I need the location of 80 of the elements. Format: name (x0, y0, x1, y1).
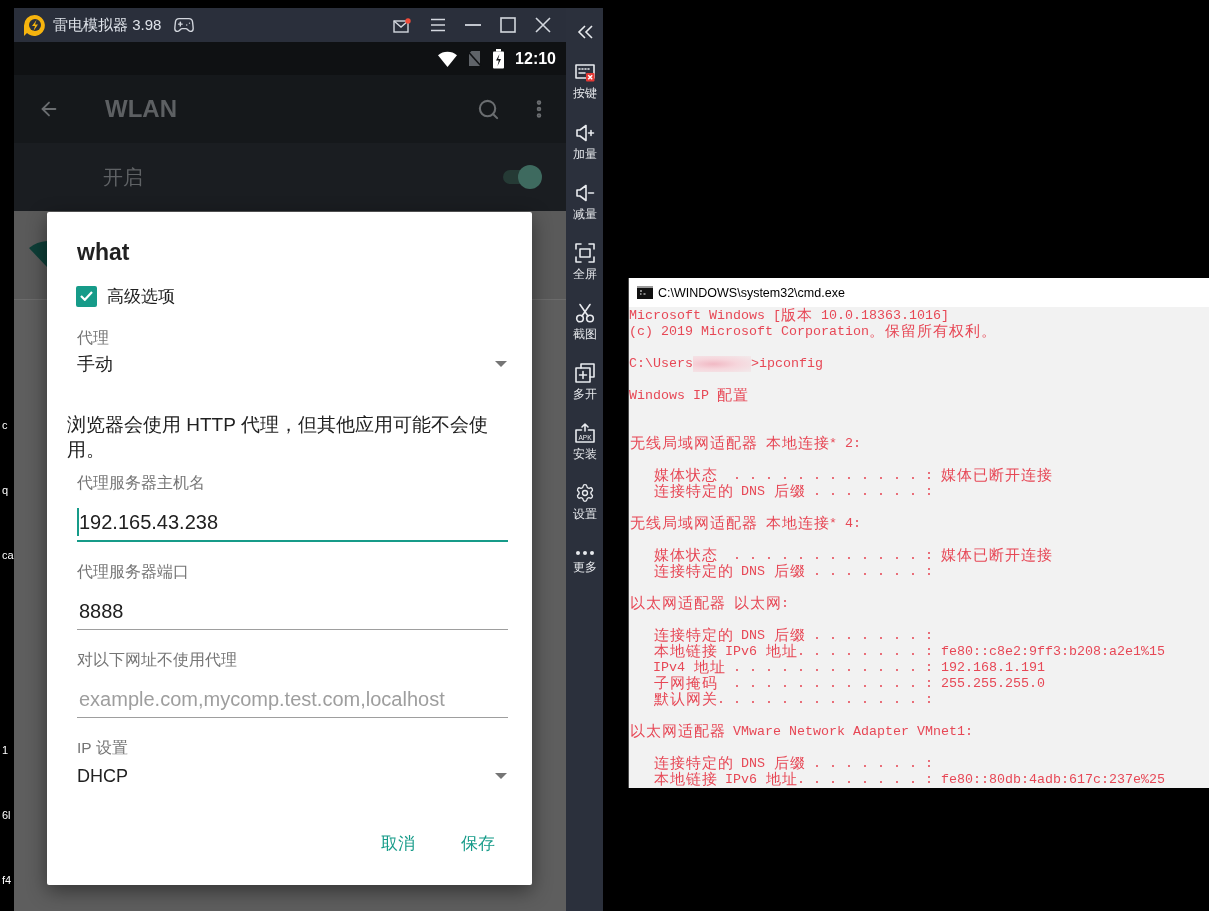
scissors-icon (574, 303, 595, 323)
sidebar-button[interactable]: 按键 (566, 63, 603, 101)
info-text: 浏览器会使用 HTTP 代理，但其他应用可能不会使用。 (67, 413, 489, 462)
search-icon[interactable] (477, 97, 500, 121)
console-line: 子网掩码 . . . . . . . . . . . . : 255.255.255.0 (652, 676, 1045, 692)
maximize-icon[interactable] (500, 17, 516, 33)
console-line: (c) 2019 Microsoft Corporation。保留所有权利。 (629, 324, 997, 340)
caret-icon (495, 361, 507, 367)
field-label: 代理服务器主机名 (77, 473, 206, 493)
sidebar-button[interactable]: 设置 (566, 483, 603, 521)
checkbox-label: 高级选项 (107, 285, 175, 308)
more-icon (574, 550, 595, 556)
input-field[interactable]: 8888 (77, 593, 508, 630)
console-line: 连接特定的 DNS 后缀 . . . . . . . : (652, 484, 933, 500)
dialog-button[interactable]: 保存 (453, 825, 503, 861)
sidebar-button[interactable]: 全屏 (566, 243, 603, 281)
sidebar-button[interactable]: 截图 (566, 303, 603, 341)
field-label: IP 设置 (77, 738, 129, 758)
console-command: >ipconfig (751, 356, 823, 371)
text-cursor (77, 508, 79, 536)
console-line: 连接特定的 DNS 后缀 . . . . . . . : (652, 564, 933, 580)
input-field[interactable]: example.com,mycomp.test.com,localhost (77, 681, 508, 718)
battery-charging-icon (492, 48, 506, 69)
input-field[interactable]: 192.165.43.238 (77, 504, 508, 542)
prompt-path: C:\Users (629, 356, 693, 371)
volume-down-icon (574, 183, 595, 203)
checkmark-icon (80, 291, 93, 301)
status-time: 12:10 (515, 49, 556, 68)
console-line: 以太网适配器 以太网: (629, 596, 789, 612)
wifi-icon (29, 241, 47, 267)
sidebar-button[interactable]: 减量 (566, 183, 603, 221)
dropdown[interactable]: 手动 (77, 352, 508, 376)
app-title: 雷电模拟器 3.98 (53, 15, 162, 35)
mail-icon[interactable] (393, 17, 411, 33)
close-icon[interactable] (535, 17, 551, 33)
console-line: 以太网适配器 VMware Network Adapter VMnet1: (629, 724, 973, 740)
no-sim-icon (467, 50, 483, 67)
console-line: Microsoft Windows [版本 10.0.18363.1016] (629, 308, 949, 324)
field-label: 对以下网址不使用代理 (77, 650, 238, 670)
text-fragment: 6l (2, 808, 11, 823)
sidebar-button[interactable]: 加量 (566, 123, 603, 161)
sidebar-button[interactable]: 多开 (566, 363, 603, 401)
multi-window-icon (574, 363, 595, 383)
text-fragment: ca (2, 548, 14, 563)
checkbox[interactable] (76, 285, 97, 307)
console-line: 本地链接 IPv6 地址. . . . . . . . : fe80::80db:4adb:617c:237e%25 (652, 772, 1165, 788)
text-fragment: c (2, 418, 8, 433)
volume-up-icon (574, 123, 595, 143)
text-fragment: q (2, 483, 9, 498)
dialog-title: what (77, 238, 131, 267)
console-line: 本地链接 IPv6 地址. . . . . . . . : fe80::c8e2:9ff3:b208:a2e1%15 (652, 644, 1165, 660)
field-label: 代理 (77, 328, 110, 348)
logo-icon (24, 14, 45, 36)
redaction-blur (693, 356, 751, 372)
settings-icon (574, 483, 595, 503)
switch-label: 开启 (103, 164, 143, 190)
console-line: 默认网关. . . . . . . . . . . . . : (652, 692, 933, 708)
console-line: 无线局域网适配器 本地连接* 4: (629, 516, 861, 532)
sidebar-button[interactable]: 更多 (566, 543, 603, 581)
dropdown[interactable]: DHCP (77, 764, 508, 788)
wifi-icon (438, 50, 458, 67)
console-icon (637, 286, 653, 299)
fullscreen-icon (574, 243, 595, 263)
keyboard-icon (574, 64, 595, 82)
console-line: IPv4 地址 . . . . . . . . . . . . : 192.168.1.191 (652, 660, 1045, 676)
console-line: 媒体状态 . . . . . . . . . . . . : 媒体已断开连接 (652, 548, 1053, 564)
caret-icon (495, 773, 507, 779)
dialog-button[interactable]: 取消 (373, 825, 423, 861)
screen-title: WLAN (105, 95, 178, 123)
text-fragment: f4 (2, 873, 12, 888)
field-label: 代理服务器端口 (77, 562, 190, 582)
menu-icon[interactable] (430, 18, 446, 32)
console-line: 连接特定的 DNS 后缀 . . . . . . . : (652, 628, 933, 644)
console-title: C:\WINDOWS\system32\cmd.exe (658, 285, 845, 300)
console-line: 连接特定的 DNS 后缀 . . . . . . . : (652, 756, 933, 772)
console-line: 无线局域网适配器 本地连接* 2: (629, 436, 861, 452)
console-line: 媒体状态 . . . . . . . . . . . . : 媒体已断开连接 (652, 468, 1053, 484)
console-line: Windows IP 配置 (629, 388, 749, 404)
double-chevron-icon[interactable] (576, 25, 593, 39)
text-fragment: 1 (2, 743, 9, 758)
